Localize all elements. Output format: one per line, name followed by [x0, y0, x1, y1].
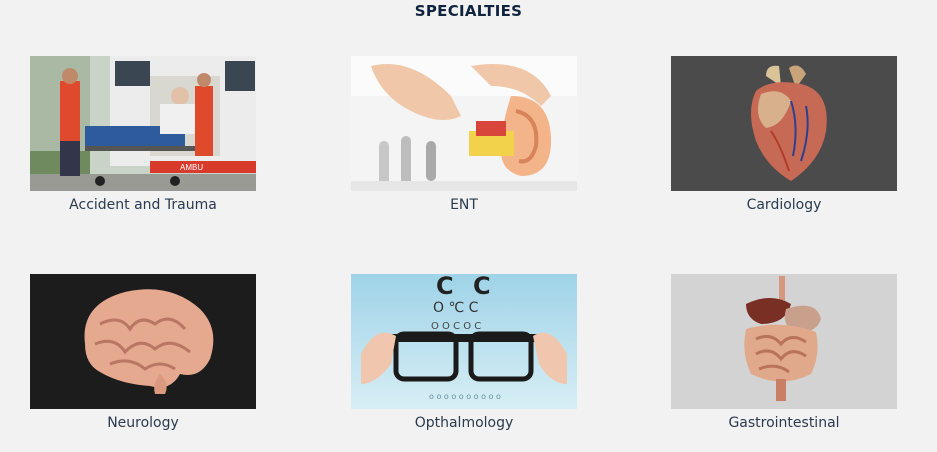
specialty-label[interactable]: Accident and Trauma	[30, 197, 256, 213]
svg-text:AMBU: AMBU	[180, 163, 203, 172]
specialty-label[interactable]: Neurology	[30, 415, 256, 431]
specialty-label[interactable]: Gastrointestinal	[671, 415, 897, 431]
specialties-page: SPECIALTIES AMBU Accident and Trauma ENT…	[0, 0, 937, 452]
specialty-card-cardiology[interactable]: Cardiology	[671, 56, 897, 213]
ear-model-photo[interactable]	[351, 56, 577, 191]
svg-text:O O C O C: O O C O C	[431, 321, 481, 332]
svg-text:O ℃ C: O ℃ C	[433, 300, 479, 316]
specialty-label[interactable]: Opthalmology	[351, 415, 577, 431]
specialty-label[interactable]: ENT	[351, 197, 577, 213]
svg-text:o o o o o o o o o o: o o o o o o o o o o	[429, 392, 501, 401]
svg-text:C: C	[436, 274, 454, 300]
heart-model-photo[interactable]	[671, 56, 897, 191]
specialty-card-neurology[interactable]: Neurology	[30, 274, 256, 431]
specialty-card-accident-trauma[interactable]: AMBU Accident and Trauma	[30, 56, 256, 213]
page-title: SPECIALTIES	[414, 2, 523, 20]
digestive-system-photo[interactable]	[671, 274, 897, 409]
specialty-card-gastrointestinal[interactable]: Gastrointestinal	[671, 274, 897, 431]
ambulance-stretcher-photo[interactable]: AMBU	[30, 56, 256, 191]
brain-model-photo[interactable]	[30, 274, 256, 409]
eyeglasses-eye-chart-photo[interactable]: C C O ℃ C O O C O C o o o o o o o o o o	[351, 274, 577, 409]
specialty-card-ent[interactable]: ENT	[351, 56, 577, 213]
specialty-card-opthalmology[interactable]: C C O ℃ C O O C O C o o o o o o o o o o …	[351, 274, 577, 431]
specialty-label[interactable]: Cardiology	[671, 197, 897, 213]
svg-text:C: C	[473, 274, 491, 300]
